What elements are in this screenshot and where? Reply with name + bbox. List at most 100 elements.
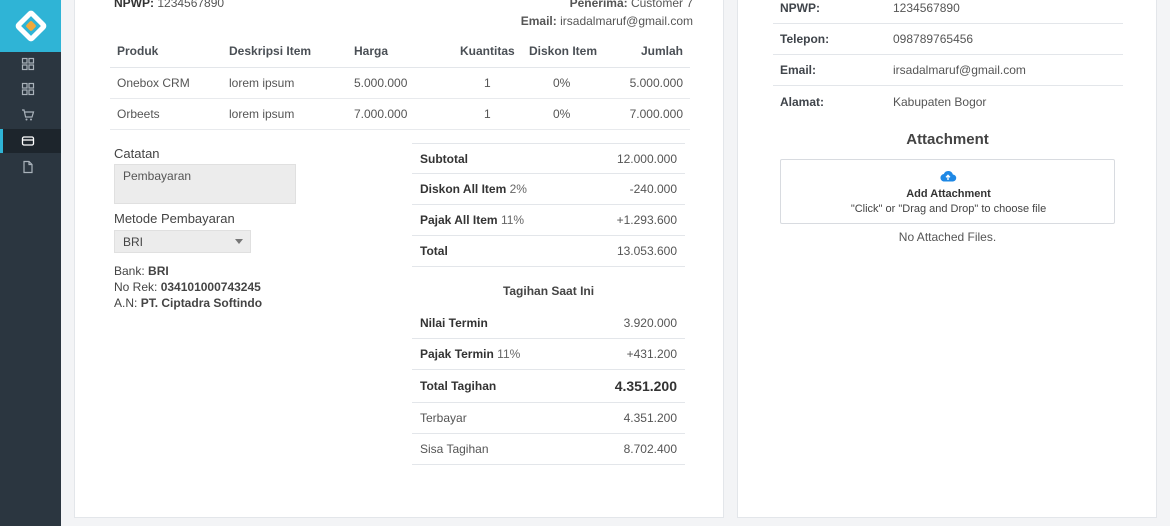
cell-kuantitas: 1: [484, 76, 491, 90]
total-value: 13.053.600: [616, 244, 677, 258]
col-deskripsi: Deskripsi Item: [229, 43, 312, 58]
nilai-termin-label: Nilai Termin: [420, 316, 488, 330]
sisa-tagihan-label: Sisa Tagihan: [420, 442, 489, 456]
npwp-line: NPWP: 1234567890: [114, 0, 224, 10]
terbayar-label: Terbayar: [420, 411, 467, 425]
items-table-header: Produk Deskripsi Item Harga Kuantitas Di…: [110, 34, 690, 68]
catatan-field[interactable]: Pembayaran: [114, 164, 296, 204]
info-row-email: Email: irsadalmaruf@gmail.com: [773, 55, 1123, 86]
terbayar-value: 4.351.200: [623, 411, 677, 425]
document-icon: [23, 160, 33, 174]
tagihan-title: Tagihan Saat Ini: [502, 284, 595, 298]
cell-harga: 5.000.000: [354, 76, 408, 90]
penerima-line: Penerima: Customer 7: [570, 0, 693, 10]
pajak-row: Pajak All Item 11% +1.293.600: [412, 205, 685, 236]
sidebar-item-grid[interactable]: [0, 77, 61, 101]
metode-pembayaran-value: BRI: [123, 235, 144, 249]
an-value: PT. Ciptadra Softindo: [140, 296, 263, 310]
subtotal-value: 12.000.000: [616, 151, 677, 166]
cell-produk: Onebox CRM: [117, 76, 190, 90]
an-line: A.N: PT. Ciptadra Softindo: [114, 296, 262, 310]
add-attachment-label: Add Attachment: [906, 188, 991, 200]
sidebar-item-document[interactable]: [0, 155, 61, 179]
metode-pembayaran-label: Metode Pembayaran: [114, 211, 235, 226]
penerima-value: Customer 7: [630, 0, 693, 10]
total-tagihan-value: 4.351.200: [614, 378, 677, 394]
pajak-pct: 11%: [500, 213, 525, 227]
diskon-label: Diskon All Item: [420, 182, 507, 196]
cell-deskripsi: lorem ipsum: [229, 76, 295, 90]
cell-jumlah: 5.000.000: [629, 76, 683, 90]
col-harga: Harga: [354, 43, 389, 58]
email-label: Email:: [520, 14, 557, 28]
attachment-title: Attachment: [906, 131, 989, 148]
wallet-icon: [21, 136, 35, 146]
customer-panel: NPWP: 1234567890 Telepon: 098789765456 E…: [737, 0, 1157, 518]
pajak-termin-row: Pajak Termin 11% +431.200: [412, 339, 685, 370]
cell-diskon: 0%: [553, 76, 571, 90]
metode-pembayaran-select[interactable]: BRI: [114, 230, 251, 253]
cell-harga: 7.000.000: [354, 107, 408, 121]
app-logo[interactable]: [0, 0, 61, 52]
pajak-label: Pajak All Item: [420, 213, 498, 227]
attachment-dropzone[interactable]: Add Attachment "Click" or "Drag and Drop…: [780, 159, 1115, 224]
total-tagihan-row: Total Tagihan 4.351.200: [412, 370, 685, 403]
norek-label: No Rek:: [114, 280, 158, 294]
dashboard-icon: [21, 57, 35, 71]
table-row: Onebox CRM lorem ipsum 5.000.000 1 0% 5.…: [110, 68, 690, 99]
no-files-text: No Attached Files.: [898, 230, 997, 244]
bank-label: Bank:: [114, 264, 145, 278]
total-row: Total 13.053.600: [412, 236, 685, 267]
caret-down-icon: [235, 239, 243, 244]
norek-value: 034101000743245: [160, 280, 261, 294]
sidebar: [0, 0, 61, 526]
cloud-upload-icon: [940, 170, 957, 182]
sisa-tagihan-row: Sisa Tagihan 8.702.400: [412, 434, 685, 465]
subtotal-label: Subtotal: [420, 151, 468, 166]
invoice-panel: NPWP: 1234567890 Penerima: Customer 7 Em…: [74, 0, 724, 518]
info-row-telepon: Telepon: 098789765456: [773, 24, 1123, 55]
info-value: 1234567890: [893, 1, 960, 15]
pajak-termin-label-wrap: Pajak Termin 11%: [420, 347, 520, 361]
email-value: irsadalmaruf@gmail.com: [560, 14, 693, 28]
sidebar-item-cart[interactable]: [0, 103, 61, 127]
pajak-value: +1.293.600: [616, 213, 677, 227]
pajak-label-wrap: Pajak All Item 11%: [420, 213, 524, 227]
cell-deskripsi: lorem ipsum: [229, 107, 295, 121]
info-value: 098789765456: [893, 32, 974, 46]
diskon-row: Diskon All Item 2% -240.000: [412, 174, 685, 205]
bank-line: Bank: BRI: [114, 264, 169, 278]
pajak-termin-label: Pajak Termin: [420, 347, 494, 361]
info-value: irsadalmaruf@gmail.com: [893, 63, 1026, 77]
attachment-hint: "Click" or "Drag and Drop" to choose fil…: [850, 203, 1047, 215]
nilai-termin-row: Nilai Termin 3.920.000: [412, 308, 685, 339]
info-row-alamat: Alamat: Kabupaten Bogor: [773, 86, 1123, 117]
an-label: A.N:: [114, 296, 138, 310]
cell-jumlah: 7.000.000: [629, 107, 683, 121]
diskon-pct: 2%: [509, 182, 527, 196]
pajak-termin-value: +431.200: [626, 347, 677, 361]
logo-mark: [13, 9, 48, 43]
sidebar-item-dashboard[interactable]: [0, 52, 61, 76]
col-diskon: Diskon Item: [529, 43, 598, 58]
info-label: Telepon:: [780, 32, 830, 46]
npwp-value: 1234567890: [157, 0, 225, 10]
diskon-value: -240.000: [629, 182, 677, 196]
norek-line: No Rek: 034101000743245: [114, 280, 261, 294]
col-kuantitas: Kuantitas: [460, 43, 515, 58]
bank-value: BRI: [148, 264, 169, 278]
penerima-label: Penerima:: [569, 0, 628, 10]
sidebar-item-wallet[interactable]: [0, 129, 61, 153]
cell-produk: Orbeets: [117, 107, 160, 121]
total-label: Total: [420, 244, 448, 258]
info-label: Email:: [780, 63, 817, 77]
subtotal-row: Subtotal 12.000.000: [412, 143, 685, 174]
email-line: Email: irsadalmaruf@gmail.com: [521, 14, 693, 28]
total-tagihan-label: Total Tagihan: [420, 379, 497, 393]
cell-diskon: 0%: [553, 107, 571, 121]
catatan-label: Catatan: [114, 146, 160, 161]
col-jumlah: Jumlah: [640, 43, 683, 58]
pajak-termin-pct: 11%: [497, 347, 521, 361]
sisa-tagihan-value: 8.702.400: [623, 442, 677, 456]
col-produk: Produk: [117, 43, 159, 58]
